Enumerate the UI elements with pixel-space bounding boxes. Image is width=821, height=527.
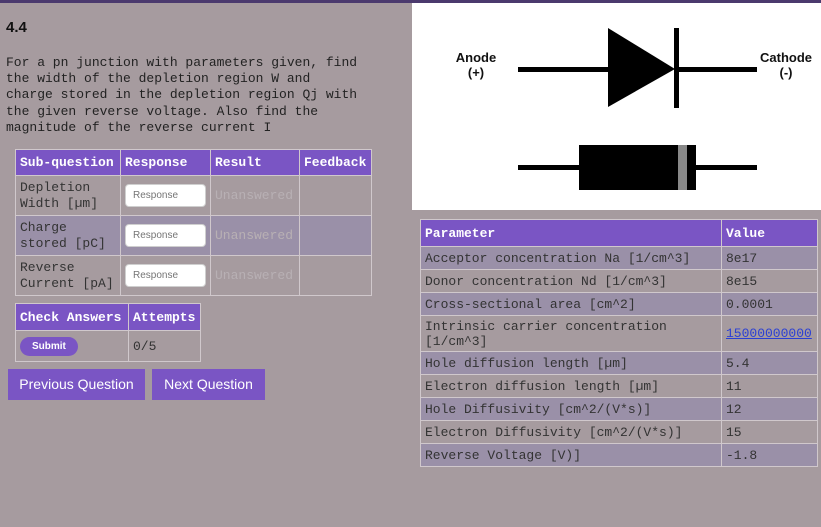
parameter-row: Reverse Voltage [V)] -1.8 bbox=[420, 443, 818, 467]
next-question-button[interactable]: Next Question bbox=[152, 369, 265, 400]
check-answers-table: Check Answers Attempts Submit 0/5 bbox=[15, 303, 201, 362]
parameter-name: Electron diffusion length [µm] bbox=[420, 374, 722, 398]
cathode-text: Cathode bbox=[760, 50, 812, 65]
anode-text: Anode bbox=[455, 50, 497, 65]
cathode-label: Cathode (-) bbox=[755, 50, 817, 80]
header-check-answers: Check Answers bbox=[15, 303, 129, 331]
response-input-depletion-width[interactable] bbox=[125, 184, 206, 207]
diode-symbol-svg bbox=[518, 28, 757, 190]
parameter-name: Hole Diffusivity [cm^2/(V*s)] bbox=[420, 397, 722, 421]
diode-component bbox=[518, 145, 757, 190]
anode-label: Anode (+) bbox=[450, 50, 502, 80]
parameter-name: Electron Diffusivity [cm^2/(V*s)] bbox=[420, 420, 722, 444]
anode-sign: (+) bbox=[467, 65, 485, 80]
submit-cell: Submit bbox=[15, 330, 129, 362]
parameter-value: -1.8 bbox=[721, 443, 818, 467]
parameter-value: 11 bbox=[721, 374, 818, 398]
cathode-band bbox=[678, 145, 687, 190]
parameter-value: 8e17 bbox=[721, 246, 818, 270]
parameter-name: Donor concentration Nd [1/cm^3] bbox=[420, 269, 722, 293]
subquestion-label: Charge stored [pC] bbox=[15, 215, 121, 256]
header-feedback: Feedback bbox=[299, 149, 372, 176]
question-number: 4.4 bbox=[6, 19, 27, 36]
parameter-value: 12 bbox=[721, 397, 818, 421]
response-input-charge-stored[interactable] bbox=[125, 224, 206, 247]
subquestion-row-reverse-current: Reverse Current [pA] Unanswered bbox=[15, 255, 372, 296]
parameters-table: Parameter Value Acceptor concentration N… bbox=[420, 219, 818, 467]
parameter-value: 15 bbox=[721, 420, 818, 444]
header-response: Response bbox=[120, 149, 211, 176]
parameter-value: 5.4 bbox=[721, 351, 818, 375]
feedback-cell bbox=[299, 255, 372, 296]
parameter-name: Hole diffusion length [µm] bbox=[420, 351, 722, 375]
parameter-row: Hole Diffusivity [cm^2/(V*s)] 12 bbox=[420, 397, 818, 421]
response-cell bbox=[120, 175, 211, 216]
parameter-row: Cross-sectional area [cm^2] 0.0001 bbox=[420, 292, 818, 316]
response-input-reverse-current[interactable] bbox=[125, 264, 206, 287]
subquestion-row-depletion-width: Depletion Width [µm] Unanswered bbox=[15, 175, 372, 216]
subquestion-header-row: Sub-question Response Result Feedback bbox=[15, 149, 372, 176]
response-cell bbox=[120, 215, 211, 256]
parameter-row: Electron Diffusivity [cm^2/(V*s)] 15 bbox=[420, 420, 818, 444]
parameter-row: Electron diffusion length [µm] 11 bbox=[420, 374, 818, 398]
parameter-name: Reverse Voltage [V)] bbox=[420, 443, 722, 467]
parameter-row: Donor concentration Nd [1/cm^3] 8e15 bbox=[420, 269, 818, 293]
check-row: Submit 0/5 bbox=[15, 330, 201, 362]
parameter-row: Intrinsic carrier concentration [1/cm^3]… bbox=[420, 315, 818, 352]
diode-symbol bbox=[518, 28, 757, 108]
cathode-sign: (-) bbox=[779, 65, 793, 80]
attempts-count: 0/5 bbox=[128, 330, 201, 362]
result-cell: Unanswered bbox=[210, 215, 300, 256]
response-cell bbox=[120, 255, 211, 296]
subquestion-label: Depletion Width [µm] bbox=[15, 175, 121, 216]
cathode-bar bbox=[674, 28, 679, 108]
previous-question-button[interactable]: Previous Question bbox=[8, 369, 145, 400]
header-attempts: Attempts bbox=[128, 303, 201, 331]
subquestion-table: Sub-question Response Result Feedback De… bbox=[15, 149, 372, 296]
parameter-row: Hole diffusion length [µm] 5.4 bbox=[420, 351, 818, 375]
parameter-name: Cross-sectional area [cm^2] bbox=[420, 292, 722, 316]
parameter-name: Acceptor concentration Na [1/cm^3] bbox=[420, 246, 722, 270]
component-lead-left bbox=[518, 165, 580, 170]
anode-lead bbox=[518, 67, 608, 72]
header-result: Result bbox=[210, 149, 300, 176]
header-parameter: Parameter bbox=[420, 219, 722, 247]
parameters-header-row: Parameter Value bbox=[420, 219, 818, 247]
header-subquestion: Sub-question bbox=[15, 149, 121, 176]
parameter-name: Intrinsic carrier concentration [1/cm^3] bbox=[420, 315, 722, 352]
question-text: For a pn junction with parameters given,… bbox=[6, 55, 358, 135]
subquestion-row-charge-stored: Charge stored [pC] Unanswered bbox=[15, 215, 372, 256]
cathode-lead bbox=[679, 67, 757, 72]
parameter-value: 0.0001 bbox=[721, 292, 818, 316]
feedback-cell bbox=[299, 215, 372, 256]
result-cell: Unanswered bbox=[210, 175, 300, 216]
feedback-cell bbox=[299, 175, 372, 216]
result-cell: Unanswered bbox=[210, 255, 300, 296]
component-lead-right bbox=[696, 165, 757, 170]
subquestion-label: Reverse Current [pA] bbox=[15, 255, 121, 296]
parameter-value-cell: 15000000000 bbox=[721, 315, 818, 352]
parameter-value: 8e15 bbox=[721, 269, 818, 293]
submit-button[interactable]: Submit bbox=[20, 336, 78, 356]
header-value: Value bbox=[721, 219, 818, 247]
diode-triangle bbox=[608, 28, 675, 107]
diode-diagram: Anode (+) Cathode (-) bbox=[412, 3, 821, 210]
parameter-row: Acceptor concentration Na [1/cm^3] 8e17 bbox=[420, 246, 818, 270]
check-header-row: Check Answers Attempts bbox=[15, 303, 201, 331]
parameter-value-link[interactable]: 15000000000 bbox=[726, 326, 812, 341]
